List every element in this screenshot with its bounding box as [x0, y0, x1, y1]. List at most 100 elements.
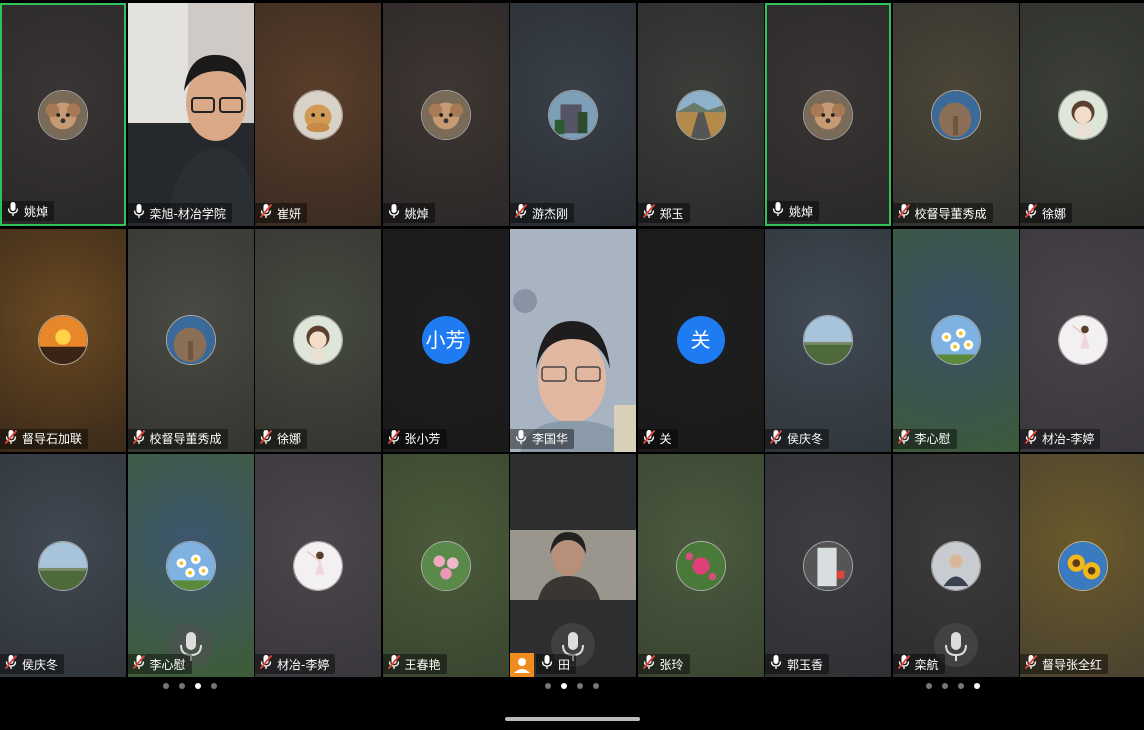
page-indicator-right[interactable]	[926, 683, 980, 689]
participant-name: 材冶-李婷	[1042, 432, 1095, 446]
initials-avatar: 关	[676, 316, 725, 364]
participant-tile[interactable]: 侯庆冬	[0, 454, 126, 677]
avatar	[803, 315, 853, 365]
name-tag: 督导石加联	[0, 428, 89, 449]
mic-muted-icon	[387, 654, 401, 674]
participant-name: 姚焯	[404, 206, 429, 221]
participant-name: 关	[659, 432, 672, 446]
participant-tile[interactable]: 李国华	[510, 228, 636, 452]
participant-name: 游杰刚	[532, 206, 569, 221]
participant-name: 校督导董秀成	[149, 432, 222, 446]
page-dot[interactable]	[958, 683, 964, 689]
avatar	[803, 540, 853, 591]
participant-tile[interactable]: 崔妍	[255, 3, 381, 226]
participant-tile[interactable]: 督导张全红	[1020, 454, 1144, 677]
participant-name: 材冶-李婷	[277, 657, 330, 672]
page-dot[interactable]	[577, 683, 583, 689]
mic-muted-icon	[514, 203, 528, 223]
page-dot[interactable]	[593, 683, 599, 689]
mic-muted-icon	[1024, 654, 1038, 674]
participant-name: 姚焯	[24, 204, 49, 219]
participant-name: 侯庆冬	[787, 432, 824, 446]
participant-name: 李心慰	[914, 432, 951, 446]
name-tag: 栾航	[892, 654, 945, 674]
mic-muted-icon	[132, 654, 146, 674]
name-tag: 张玲	[637, 654, 690, 674]
name-tag: 崔妍	[255, 203, 308, 223]
mic-muted-icon	[259, 429, 273, 449]
page-dot[interactable]	[561, 683, 567, 689]
name-tag: 郭玉香	[765, 654, 830, 674]
participant-tile[interactable]: 李心慰	[892, 228, 1019, 452]
mic-icon	[6, 201, 20, 221]
person-icon[interactable]	[510, 653, 534, 677]
page-dot[interactable]	[926, 683, 932, 689]
page-dot[interactable]	[974, 683, 980, 689]
name-tag: 徐娜	[255, 428, 308, 449]
participant-tile[interactable]: 栾航	[892, 454, 1019, 677]
participant-name: 崔妍	[277, 206, 302, 221]
camera-video	[510, 228, 636, 452]
avatar	[1058, 89, 1108, 140]
participant-tile[interactable]: 姚焯	[382, 3, 509, 226]
name-tag: 姚焯	[382, 203, 435, 223]
participant-name: 督导张全红	[1042, 657, 1103, 672]
avatar	[675, 89, 726, 140]
avatar	[930, 540, 981, 591]
participant-tile[interactable]: 材冶-李婷	[1020, 228, 1144, 452]
participant-name: 徐娜	[1042, 206, 1067, 221]
avatar	[930, 315, 981, 365]
participant-tile[interactable]: 田	[510, 454, 636, 677]
page-indicator-left[interactable]	[163, 683, 217, 689]
avatar	[38, 89, 88, 140]
participant-tile[interactable]: 栾旭-材冶学院	[127, 3, 254, 226]
mic-muted-icon	[642, 203, 656, 223]
participant-tile[interactable]: 姚焯	[0, 3, 126, 226]
page-dot[interactable]	[179, 683, 185, 689]
page-dot[interactable]	[942, 683, 948, 689]
name-tag: 游杰刚	[510, 203, 575, 223]
participant-tile[interactable]: 小芳 张小芳	[382, 228, 509, 452]
participant-tile[interactable]: 游杰刚	[510, 3, 636, 226]
participant-name: 栾航	[914, 657, 939, 672]
video-grid: 姚焯 栾旭-材冶学院 崔妍 姚焯 游杰刚 郑玉 姚焯 校督导董秀成 徐娜 督导石…	[0, 3, 1144, 678]
participant-tile[interactable]: 徐娜	[1020, 3, 1144, 226]
participant-tile[interactable]: 王春艳	[382, 454, 509, 677]
mic-icon	[771, 201, 785, 221]
name-tag: 材冶-李婷	[255, 654, 336, 674]
mic-icon	[540, 654, 554, 674]
page-dot[interactable]	[545, 683, 551, 689]
mic-icon	[387, 203, 401, 223]
participant-name: 李心慰	[149, 657, 186, 672]
avatar	[675, 540, 726, 591]
page-dot[interactable]	[163, 683, 169, 689]
participant-tile[interactable]: 徐娜	[255, 228, 381, 452]
participant-name: 李国华	[532, 432, 569, 446]
avatar	[293, 315, 343, 365]
mic-muted-icon	[1024, 203, 1038, 223]
participant-tile[interactable]: 姚焯	[765, 3, 891, 226]
participant-tile[interactable]: 校督导董秀成	[892, 3, 1019, 226]
name-tag: 校督导董秀成	[892, 203, 993, 223]
participant-tile[interactable]: 督导石加联	[0, 228, 126, 452]
participant-tile[interactable]: 李心慰	[127, 454, 254, 677]
participant-tile[interactable]: 郭玉香	[765, 454, 891, 677]
avatar	[803, 89, 853, 140]
page-dot[interactable]	[195, 683, 201, 689]
participant-tile[interactable]: 校督导董秀成	[127, 228, 254, 452]
name-tag: 李心慰	[892, 428, 957, 449]
page-dot[interactable]	[211, 683, 217, 689]
participant-name: 督导石加联	[22, 432, 83, 446]
name-tag: 栾旭-材冶学院	[127, 203, 232, 223]
home-indicator[interactable]	[505, 717, 640, 721]
avatar	[420, 540, 471, 591]
name-tag: 侯庆冬	[0, 654, 65, 674]
page-indicator-center[interactable]	[545, 683, 599, 689]
participant-tile[interactable]: 材冶-李婷	[255, 454, 381, 677]
participant-tile[interactable]: 关 关	[637, 228, 764, 452]
participant-tile[interactable]: 侯庆冬	[765, 228, 891, 452]
participant-tile[interactable]: 郑玉	[637, 3, 764, 226]
participant-name: 郭玉香	[787, 657, 824, 672]
participant-tile[interactable]: 张玲	[637, 454, 764, 677]
avatar	[293, 540, 343, 591]
